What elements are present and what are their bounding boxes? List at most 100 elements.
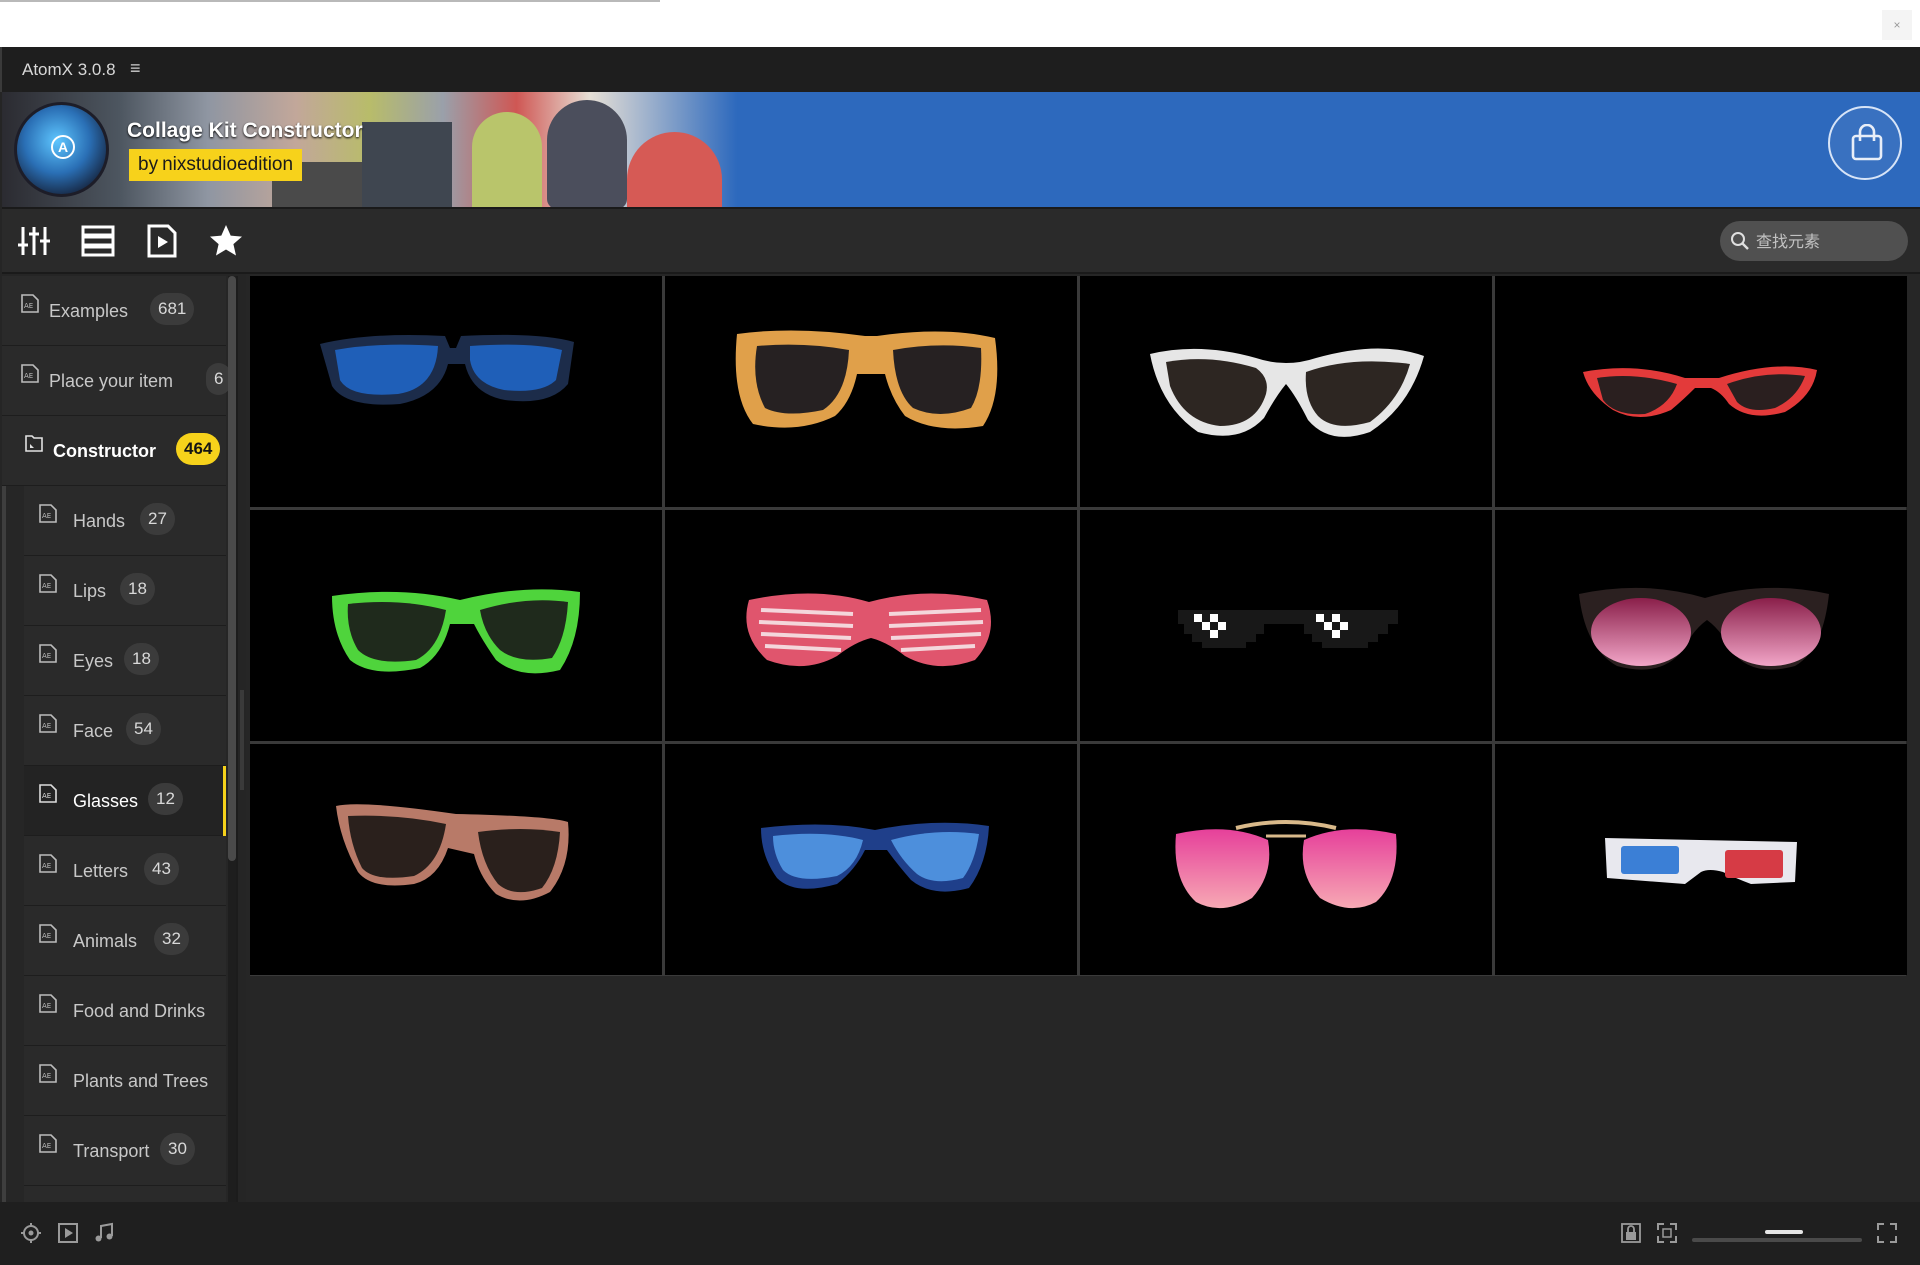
sidebar-item-label: Transport (73, 1141, 150, 1161)
asset-tile-white-cat-eye-sunglasses[interactable] (1080, 276, 1492, 507)
search-box[interactable] (1720, 221, 1908, 261)
tree-indent-line (2, 412, 6, 1202)
sidebar-item-animals[interactable]: AE Animals 32 (24, 906, 226, 976)
pink-gradient-round-sunglasses-thumbnail (1579, 587, 1829, 670)
shop-button[interactable] (1828, 106, 1902, 180)
sidebar-item-transport[interactable]: AE Transport 30 (24, 1116, 226, 1186)
count-badge: 18 (120, 573, 155, 605)
ae-file-icon: AE (21, 364, 39, 383)
sidebar-item-label: Glasses (73, 791, 139, 811)
ae-file-icon: AE (39, 1064, 57, 1083)
music-note-icon[interactable] (93, 1222, 115, 1244)
ae-file-icon: AE (39, 504, 57, 523)
asset-tile-pink-shutter-shades[interactable] (665, 510, 1077, 741)
list-view-icon[interactable] (80, 223, 116, 259)
svg-text:AE: AE (42, 932, 51, 940)
svg-text:AE: AE (24, 302, 33, 310)
sidebar-item-label: Hands (73, 511, 126, 531)
collage-artwork (2, 92, 737, 207)
video-file-icon[interactable] (144, 223, 180, 259)
sidebar-item-label: Examples (49, 301, 129, 321)
ae-file-icon: AE (39, 924, 57, 943)
asset-tile-pink-gradient-round-sunglasses[interactable] (1495, 510, 1907, 741)
category-sidebar: AE Examples 681 AE Place your item 6 Con… (2, 276, 238, 1202)
panel-splitter[interactable] (240, 690, 244, 790)
ae-file-icon: AE (39, 994, 57, 1013)
zoom-slider-thumb[interactable] (1764, 1230, 1803, 1234)
sidebar-item-label: Eyes (73, 651, 114, 671)
sidebar-item-label: Food and Drinks (73, 1001, 206, 1021)
asset-tile-blue-lens-sunglasses[interactable] (665, 744, 1077, 975)
count-badge: 54 (126, 713, 161, 745)
main-toolbar (2, 209, 1920, 274)
pack-author-badge[interactable]: by nixstudioedition (129, 149, 303, 181)
red-blue-3d-glasses-thumbnail (1605, 838, 1797, 884)
sidebar-item-plants-and-trees[interactable]: AE Plants and Trees (24, 1046, 226, 1116)
sidebar-item-constructor[interactable]: Constructor 464 (2, 416, 226, 486)
folder-open-icon (25, 435, 43, 452)
sidebar-item-examples[interactable]: AE Examples 681 (2, 276, 226, 346)
asset-tile-blue-wayfarer-sunglasses[interactable] (250, 276, 662, 507)
scrollbar-thumb[interactable] (228, 276, 236, 861)
asset-grid-area (246, 274, 1920, 1202)
asset-tile-red-cat-eye-sunglasses[interactable] (1495, 276, 1907, 507)
ae-file-icon: AE (21, 294, 39, 313)
sidebar-item-label: Lips (73, 581, 107, 601)
pink-aviator-sunglasses-thumbnail (1175, 820, 1397, 909)
count-badge: 43 (144, 853, 179, 885)
asset-grid (250, 276, 1907, 976)
sidebar-item-face[interactable]: AE Face 54 (24, 696, 226, 766)
sidebar-item-place-your-item[interactable]: AE Place your item 6 (2, 346, 232, 416)
svg-text:AE: AE (42, 792, 51, 800)
svg-text:AE: AE (24, 372, 33, 380)
fullscreen-icon[interactable] (1876, 1222, 1898, 1244)
sidebar-item-letters[interactable]: AE Letters 43 (24, 836, 226, 906)
sidebar-item-eyes[interactable]: AE Eyes 18 (24, 626, 226, 696)
hamburger-menu-icon[interactable]: ≡ (130, 58, 141, 79)
ae-file-icon: AE (39, 714, 57, 733)
svg-text:AE: AE (42, 862, 51, 870)
sidebar-item-glasses[interactable]: AE Glasses 12 (24, 766, 226, 836)
app-title: AtomX 3.0.8 (22, 60, 116, 79)
svg-text:AE: AE (42, 582, 51, 590)
sidebar-scrollbar[interactable] (228, 276, 236, 1202)
fit-screen-icon[interactable] (1656, 1222, 1678, 1244)
lock-icon[interactable] (1620, 1222, 1642, 1244)
play-preview-icon[interactable] (57, 1222, 79, 1244)
count-badge: 32 (154, 923, 189, 955)
sidebar-item-label: Letters (73, 861, 129, 881)
asset-tile-orange-frame-sunglasses[interactable] (665, 276, 1077, 507)
pink-shutter-shades-thumbnail (746, 593, 991, 667)
brown-wayfarer-sunglasses-thumbnail (336, 804, 569, 901)
count-badge: 27 (140, 503, 175, 535)
shopping-bag-icon (1851, 124, 1883, 161)
favorites-star-icon[interactable] (208, 223, 244, 259)
sidebar-item-food-and-drinks[interactable]: AE Food and Drinks (24, 976, 226, 1046)
white-cat-eye-sunglasses-thumbnail (1150, 348, 1424, 437)
sidebar-item-hands[interactable]: AE Hands 27 (24, 486, 226, 556)
zoom-slider[interactable] (1692, 1238, 1862, 1242)
svg-text:AE: AE (42, 722, 51, 730)
count-badge: 464 (176, 433, 221, 465)
author-name: nixstudioedition (162, 154, 294, 175)
search-icon (1731, 232, 1749, 250)
svg-text:AE: AE (42, 652, 51, 660)
window-close-button[interactable]: × (1882, 10, 1912, 40)
search-input[interactable] (1756, 227, 1896, 255)
author-prefix: by (138, 154, 159, 175)
sidebar-item-lips[interactable]: AE Lips 18 (24, 556, 226, 626)
sliders-icon[interactable] (16, 223, 52, 259)
atomx-logo: A (14, 102, 109, 197)
os-window-bar: × (0, 0, 1920, 47)
asset-tile-brown-wayfarer-sunglasses[interactable] (250, 744, 662, 975)
sidebar-item-label: Constructor (53, 441, 156, 461)
ae-file-icon: AE (39, 854, 57, 873)
active-indicator (223, 766, 226, 836)
asset-tile-pixel-deal-with-it-glasses[interactable] (1080, 510, 1492, 741)
red-cat-eye-sunglasses-thumbnail (1583, 366, 1817, 417)
asset-tile-pink-aviator-sunglasses[interactable] (1080, 744, 1492, 975)
target-icon[interactable] (20, 1222, 42, 1244)
asset-tile-red-blue-3d-glasses[interactable] (1495, 744, 1907, 975)
count-badge: 30 (160, 1133, 195, 1165)
asset-tile-green-wayfarer-sunglasses[interactable] (250, 510, 662, 741)
